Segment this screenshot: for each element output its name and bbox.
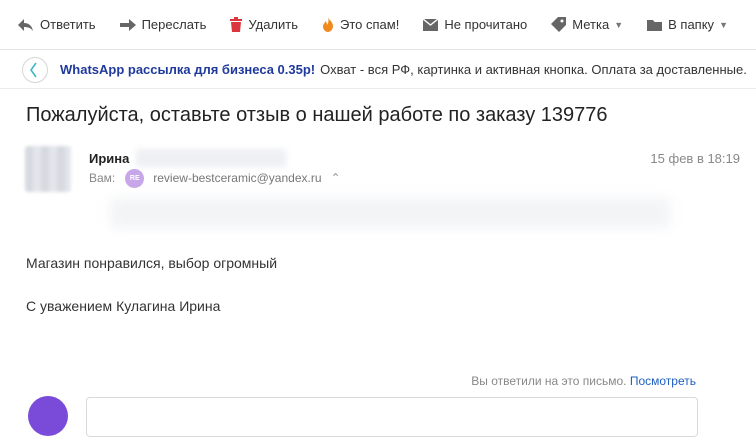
reply-arrow-icon [18, 18, 33, 31]
spam-button[interactable]: Это спам! [322, 0, 400, 49]
ad-title[interactable]: WhatsApp рассылка для бизнеса 0.35р! [60, 62, 315, 77]
recipient-avatar: RE [125, 168, 145, 188]
folder-icon [647, 19, 663, 31]
quick-reply-input[interactable] [86, 397, 698, 437]
sender-avatar [25, 146, 71, 192]
message-date: 15 фев в 18:19 [650, 151, 740, 166]
message-body-line: Магазин понравился, выбор огромный [26, 255, 278, 271]
envelope-icon [423, 18, 439, 31]
flame-icon [323, 17, 334, 32]
mark-unread-button[interactable]: Не прочитано [423, 0, 528, 49]
message-body-line: С уважением Кулагина Ирина [26, 298, 221, 314]
ad-logo-icon [22, 56, 48, 83]
delete-button[interactable]: Удалить [230, 0, 299, 49]
reply-button[interactable]: Ответить [18, 0, 96, 49]
to-label: Вам: [89, 171, 116, 185]
trash-icon [230, 17, 243, 32]
user-avatar [28, 396, 68, 436]
spam-label: Это спам! [340, 17, 400, 32]
delete-label: Удалить [248, 17, 299, 32]
forward-arrow-icon [119, 18, 136, 31]
tag-icon [551, 17, 567, 32]
sender-email-redacted [136, 149, 286, 167]
sender-name[interactable]: Ирина [89, 151, 129, 166]
unread-label: Не прочитано [444, 17, 528, 32]
forward-button[interactable]: Переслать [119, 0, 207, 49]
message-toolbar: Ответить Переслать Удалить Это спам! Не … [0, 0, 756, 50]
ad-banner[interactable]: WhatsApp рассылка для бизнеса 0.35р! Охв… [0, 51, 756, 89]
chevron-down-icon: ▼ [719, 19, 728, 30]
replied-text: Вы ответили на это письмо. [471, 374, 627, 388]
forward-label: Переслать [141, 17, 207, 32]
label-label: Метка [572, 17, 610, 32]
recipient-row: Вам: RE review-bestceramic@yandex.ru ⌃ [89, 168, 341, 188]
view-reply-link[interactable]: Посмотреть [630, 374, 696, 388]
replied-notice: Вы ответили на это письмо. Посмотреть [471, 374, 696, 388]
chevron-up-icon[interactable]: ⌃ [331, 171, 341, 185]
reply-label: Ответить [40, 17, 96, 32]
redacted-content [110, 198, 670, 228]
recipient-address[interactable]: review-bestceramic@yandex.ru [153, 171, 321, 185]
message-subject: Пожалуйста, оставьте отзыв о нашей работ… [26, 104, 608, 126]
ad-text: Охват - вся РФ, картинка и активная кноп… [320, 62, 747, 77]
chevron-down-icon: ▼ [614, 19, 624, 30]
folder-label: В папку [668, 17, 715, 32]
label-button[interactable]: Метка ▼ [551, 0, 624, 49]
move-to-folder-button[interactable]: В папку ▼ [647, 0, 728, 49]
